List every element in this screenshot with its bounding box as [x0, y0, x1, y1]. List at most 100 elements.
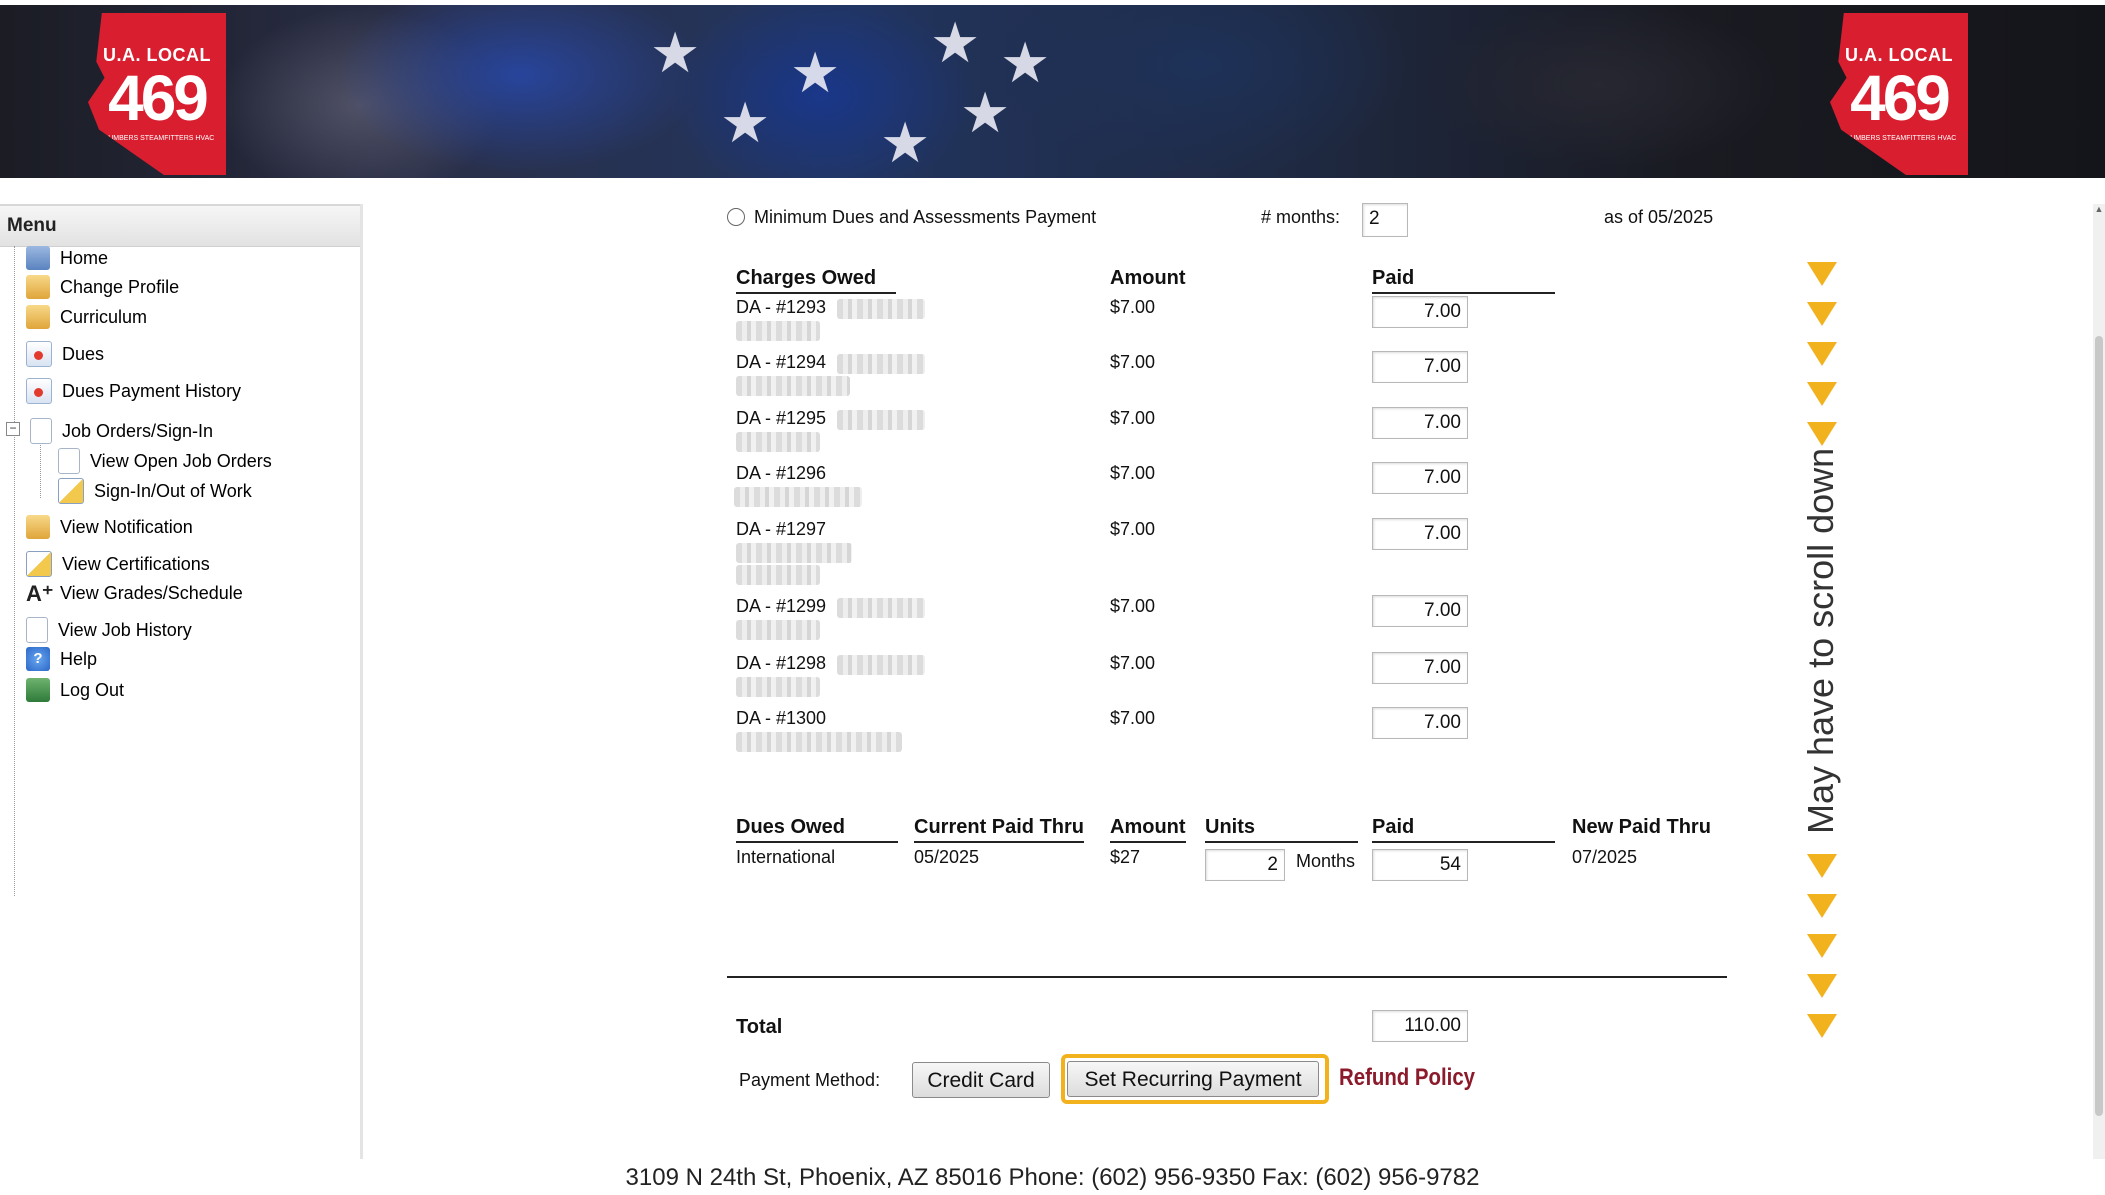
- sidebar-item-dues[interactable]: Dues: [26, 341, 104, 367]
- total-divider: [727, 976, 1727, 978]
- document-icon: [26, 617, 48, 643]
- home-icon: [26, 246, 50, 270]
- charge-name: DA - #1293: [736, 297, 827, 317]
- sidebar-item-job-orders[interactable]: Job Orders/Sign-In: [30, 418, 213, 444]
- units-suffix: Months: [1296, 851, 1356, 871]
- charges-owed-header: Charges Owed: [736, 267, 896, 294]
- refund-policy-link[interactable]: Refund Policy: [1339, 1064, 1475, 1092]
- sidebar-item-view-notification[interactable]: View Notification: [26, 515, 193, 539]
- sidebar-item-label: Log Out: [60, 679, 125, 700]
- collapse-toggle[interactable]: −: [6, 422, 20, 436]
- redacted-text: [736, 321, 820, 341]
- charge-amount: $7.00: [1110, 653, 1156, 673]
- units-input[interactable]: 2: [1205, 849, 1285, 881]
- minimum-dues-radio[interactable]: [727, 208, 745, 226]
- sidebar-item-label: Sign-In/Out of Work: [94, 480, 252, 501]
- new-paid-thru-header: New Paid Thru: [1572, 816, 1711, 838]
- grade-icon: A⁺: [26, 581, 54, 606]
- charge-amount: $7.00: [1110, 463, 1156, 483]
- star-decoration: ★: [720, 91, 771, 154]
- sidebar-item-label: Dues Payment History: [62, 380, 242, 401]
- sidebar-item-view-grades[interactable]: A⁺ View Grades/Schedule: [26, 581, 243, 606]
- redacted-text: [837, 410, 925, 430]
- total-input[interactable]: 110.00: [1372, 1010, 1468, 1042]
- down-arrow-icon: [1807, 854, 1837, 878]
- current-paid-thru: 05/2025: [914, 847, 980, 867]
- footer-address: 3109 N 24th St, Phoenix, AZ 85016 Phone:…: [625, 1164, 1480, 1191]
- paid-input[interactable]: 7.00: [1372, 707, 1468, 739]
- tree-guide: [40, 438, 41, 498]
- as-of-date: as of 05/2025: [1604, 207, 1714, 227]
- sidebar-item-label: Home: [60, 247, 109, 268]
- paid-input[interactable]: 7.00: [1372, 462, 1468, 494]
- redacted-text: [837, 598, 925, 618]
- sidebar-item-label: View Job History: [58, 619, 192, 640]
- sidebar-item-label: Help: [60, 648, 98, 669]
- down-arrow-icon: [1807, 422, 1837, 446]
- document-icon: [58, 448, 80, 474]
- paid-input[interactable]: 7.00: [1372, 351, 1468, 383]
- lock-icon: [26, 305, 50, 329]
- sidebar-item-view-open-job-orders[interactable]: View Open Job Orders: [58, 448, 272, 474]
- scrollbar-thumb[interactable]: [2095, 336, 2103, 1116]
- down-arrow-icon: [1807, 342, 1837, 366]
- sidebar-item-view-job-history[interactable]: View Job History: [26, 617, 192, 643]
- sidebar-item-dues-payment-history[interactable]: Dues Payment History: [26, 378, 241, 404]
- sidebar-item-log-out[interactable]: Log Out: [26, 678, 124, 702]
- charge-name: DA - #1298: [736, 653, 827, 673]
- charge-name: DA - #1294: [736, 352, 827, 372]
- scroll-up-icon[interactable]: ▲: [2093, 204, 2105, 216]
- paid-input[interactable]: 7.00: [1372, 518, 1468, 550]
- charge-amount: $7.00: [1110, 519, 1156, 539]
- dues-icon: [26, 341, 52, 367]
- dues-paid-input[interactable]: 54: [1372, 849, 1468, 881]
- paid-input[interactable]: 7.00: [1372, 407, 1468, 439]
- certificate-icon: [58, 478, 84, 504]
- dues-payment-form: Minimum Dues and Assessments Payment # m…: [363, 203, 2093, 1159]
- sidebar-item-label: View Grades/Schedule: [60, 582, 243, 603]
- dues-paid-header: Paid: [1372, 816, 1555, 843]
- sidebar-item-label: View Notification: [60, 516, 193, 537]
- logout-icon: [26, 678, 50, 702]
- dues-icon: [26, 378, 52, 404]
- total-label: Total: [736, 1016, 783, 1038]
- sidebar-item-label: Job Orders/Sign-In: [62, 420, 214, 441]
- sidebar-item-change-profile[interactable]: Change Profile: [26, 275, 179, 299]
- redacted-text: [736, 732, 902, 752]
- paid-input[interactable]: 7.00: [1372, 652, 1468, 684]
- sidebar-item-view-certifications[interactable]: View Certifications: [26, 551, 210, 577]
- months-input[interactable]: 2: [1362, 203, 1408, 237]
- down-arrow-icon: [1807, 382, 1837, 406]
- redacted-text: [837, 299, 925, 319]
- redacted-text: [734, 487, 862, 507]
- star-decoration: ★: [1000, 31, 1051, 94]
- sidebar-item-label: View Open Job Orders: [90, 450, 272, 471]
- amount-header: Amount: [1110, 267, 1186, 289]
- sidebar-item-home[interactable]: Home: [26, 246, 108, 270]
- header-banner: ★ ★ ★ ★ ★ ★ ★ U.A. LOCAL 469 PLUMBERS ST…: [0, 0, 2105, 178]
- vertical-scrollbar[interactable]: ▲: [2093, 204, 2105, 1159]
- star-decoration: ★: [930, 11, 981, 74]
- dues-amount: $27: [1110, 847, 1141, 867]
- dues-name: International: [736, 847, 836, 867]
- logo-number: 469: [1850, 62, 1951, 134]
- sidebar-item-help[interactable]: ? Help: [26, 647, 97, 671]
- paid-input[interactable]: 7.00: [1372, 595, 1468, 627]
- document-icon: [30, 418, 52, 444]
- lock-icon: [26, 515, 50, 539]
- sidebar-item-sign-in-out[interactable]: Sign-In/Out of Work: [58, 478, 252, 504]
- charge-amount: $7.00: [1110, 297, 1156, 317]
- down-arrow-icon: [1807, 974, 1837, 998]
- credit-card-button[interactable]: Credit Card: [912, 1062, 1050, 1098]
- down-arrow-icon: [1807, 262, 1837, 286]
- set-recurring-payment-button[interactable]: Set Recurring Payment: [1067, 1061, 1319, 1097]
- charge-amount: $7.00: [1110, 708, 1156, 728]
- sidebar-menu: Menu Home Change Profile Curriculum Dues…: [0, 204, 363, 1159]
- paid-input[interactable]: 7.00: [1372, 296, 1468, 328]
- redacted-text: [837, 354, 925, 374]
- redacted-text: [736, 432, 820, 452]
- dues-amount-header: Amount: [1110, 816, 1186, 843]
- charge-amount: $7.00: [1110, 408, 1156, 428]
- star-decoration: ★: [790, 41, 841, 104]
- sidebar-item-curriculum[interactable]: Curriculum: [26, 305, 147, 329]
